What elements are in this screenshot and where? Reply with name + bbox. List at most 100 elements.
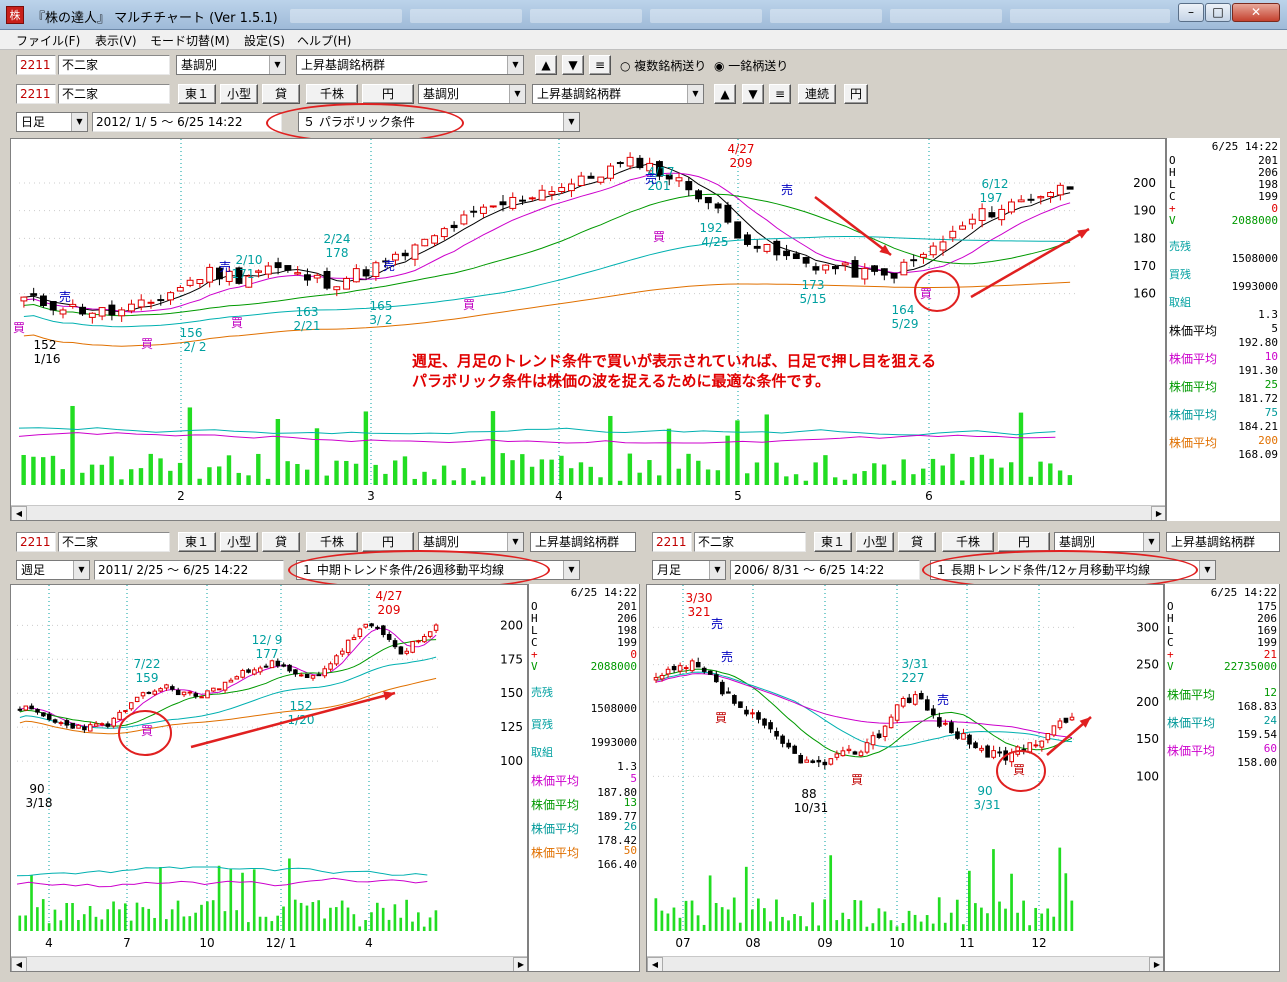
period-select-m[interactable]: 月足 ▼ <box>652 560 726 580</box>
code-field-w[interactable]: 2211 <box>16 532 56 552</box>
group-select-m[interactable]: 上昇基調銘柄群 <box>1166 532 1280 552</box>
chevron-down-icon[interactable]: ▼ <box>563 113 579 131</box>
candle-body <box>117 711 122 720</box>
volume-bar <box>481 476 486 485</box>
ma-value: 181.72 <box>1238 392 1278 405</box>
chevron-down-icon[interactable]: ▼ <box>687 85 703 103</box>
menu-settings[interactable]: 設定(S) <box>244 32 285 49</box>
menu-bar: ファイル(F) 表示(V) モード切替(M) 設定(S) ヘルプ(H) <box>0 30 1287 50</box>
unit-button-w[interactable]: 千株 <box>306 532 358 552</box>
radio-single[interactable]: ◉ 一銘柄送り <box>714 57 788 74</box>
currency-button-w[interactable]: 円 <box>362 532 414 552</box>
lend-button-w[interactable]: 貸 <box>262 532 300 552</box>
market-button-m[interactable]: 東１ <box>814 532 852 552</box>
name-field-m[interactable]: 不二家 <box>694 532 806 552</box>
continuous-button[interactable]: 連続 <box>798 84 836 104</box>
monthly-scrollbar[interactable]: ◀ ▶ <box>647 956 1163 971</box>
menu-view[interactable]: 表示(V) <box>95 32 137 49</box>
list-button-2[interactable]: ≡ <box>769 84 791 104</box>
chevron-down-icon[interactable]: ▼ <box>71 113 87 131</box>
chevron-down-icon[interactable]: ▼ <box>73 561 89 579</box>
candle-body <box>480 206 487 214</box>
volume-bar <box>500 453 505 485</box>
volume-bar <box>955 899 959 931</box>
volume-bar <box>252 869 256 931</box>
group-select-2[interactable]: 上昇基調銘柄群 ▼ <box>532 84 704 104</box>
candle-body <box>671 665 677 671</box>
scroll-left-icon[interactable]: ◀ <box>11 506 27 520</box>
radio-multi[interactable]: ○ 複数銘柄送り <box>620 57 706 74</box>
chevron-down-icon[interactable]: ▼ <box>563 561 579 579</box>
lend-button[interactable]: 貸 <box>262 84 300 104</box>
scroll-right-icon[interactable]: ▶ <box>513 957 527 971</box>
scroll-left-icon[interactable]: ◀ <box>647 957 663 971</box>
period-select[interactable]: 日足 ▼ <box>16 112 88 132</box>
volume-bar <box>891 480 897 485</box>
candle-body <box>64 720 70 726</box>
close-button[interactable]: ✕ <box>1232 3 1280 22</box>
next-down-button-2[interactable]: ▼ <box>742 84 764 104</box>
menu-file[interactable]: ファイル(F) <box>16 32 80 49</box>
volume-bar <box>520 454 525 485</box>
volume-bar <box>70 405 75 485</box>
chevron-down-icon[interactable]: ▼ <box>709 561 725 579</box>
candle-body <box>822 761 828 766</box>
scroll-right-icon[interactable]: ▶ <box>1151 506 1165 520</box>
category-select[interactable]: 基調別 ▼ <box>176 55 286 75</box>
name-field-w[interactable]: 不二家 <box>58 532 170 552</box>
group-select[interactable]: 上昇基調銘柄群 ▼ <box>296 55 524 75</box>
code-field-2[interactable]: 2211 <box>16 84 56 104</box>
category-select-w[interactable]: 基調別 ▼ <box>418 532 524 552</box>
currency-button-m[interactable]: 円 <box>998 532 1050 552</box>
name-field[interactable]: 不二家 <box>58 55 170 75</box>
buy-signal: 買 <box>653 230 665 244</box>
weekly-scrollbar[interactable]: ◀ ▶ <box>11 956 527 971</box>
currency-button[interactable]: 円 <box>362 84 414 104</box>
chevron-down-icon[interactable]: ▼ <box>509 85 525 103</box>
scroll-left-icon[interactable]: ◀ <box>11 957 27 971</box>
main-scrollbar[interactable]: ◀ ▶ <box>11 505 1165 520</box>
chevron-down-icon[interactable]: ▼ <box>507 533 523 551</box>
code-field-m[interactable]: 2211 <box>652 532 692 552</box>
chevron-down-icon[interactable]: ▼ <box>507 56 523 74</box>
unit-button[interactable]: 千株 <box>306 84 358 104</box>
menu-mode[interactable]: モード切替(M) <box>150 32 230 49</box>
category-select-m[interactable]: 基調別 ▼ <box>1054 532 1160 552</box>
size-button-w[interactable]: 小型 <box>220 532 258 552</box>
scroll-right-icon[interactable]: ▶ <box>1149 957 1163 971</box>
maximize-button[interactable]: □ <box>1205 3 1231 22</box>
prev-up-button-2[interactable]: ▲ <box>714 84 736 104</box>
candle-body <box>822 264 830 271</box>
chevron-down-icon[interactable]: ▼ <box>269 56 285 74</box>
code-field[interactable]: 2211 <box>16 55 56 75</box>
candle-body <box>140 692 146 697</box>
next-down-button[interactable]: ▼ <box>562 55 584 75</box>
market-button-w[interactable]: 東１ <box>178 532 216 552</box>
list-button[interactable]: ≡ <box>589 55 611 75</box>
period-select-w[interactable]: 週足 ▼ <box>16 560 90 580</box>
candle-body <box>792 745 797 754</box>
volume-bar <box>99 464 105 485</box>
ma-value-row: 166.40 <box>531 858 637 872</box>
candle-body <box>685 181 693 191</box>
candle-body <box>269 660 275 669</box>
volume-bar <box>247 922 250 931</box>
chevron-down-icon[interactable]: ▼ <box>1143 533 1159 551</box>
size-button-m[interactable]: 小型 <box>856 532 894 552</box>
yen-button[interactable]: 円 <box>844 84 868 104</box>
lend-button-m[interactable]: 貸 <box>898 532 936 552</box>
name-field-2[interactable]: 不二家 <box>58 84 170 104</box>
unit-button-m[interactable]: 千株 <box>942 532 994 552</box>
daily-chart: 2001901801701602 3 4 5 61521/161562/ 22/1017… <box>13 139 1156 503</box>
category-select-2[interactable]: 基調別 ▼ <box>418 84 526 104</box>
minimize-button[interactable]: – <box>1178 3 1204 22</box>
market-button[interactable]: 東１ <box>178 84 216 104</box>
group-select-w[interactable]: 上昇基調銘柄群 <box>530 532 636 552</box>
ma-value: 166.40 <box>597 858 637 871</box>
prev-up-button[interactable]: ▲ <box>535 55 557 75</box>
chevron-down-icon[interactable]: ▼ <box>1199 561 1215 579</box>
price-annotation: 6/12 <box>982 177 1009 191</box>
menu-help[interactable]: ヘルプ(H) <box>297 32 351 49</box>
monthly-chart-panel: 300 250 200 150 100 07 08 09 10 11 12 3/30 321 88 10/3… <box>646 584 1164 972</box>
size-button[interactable]: 小型 <box>220 84 258 104</box>
